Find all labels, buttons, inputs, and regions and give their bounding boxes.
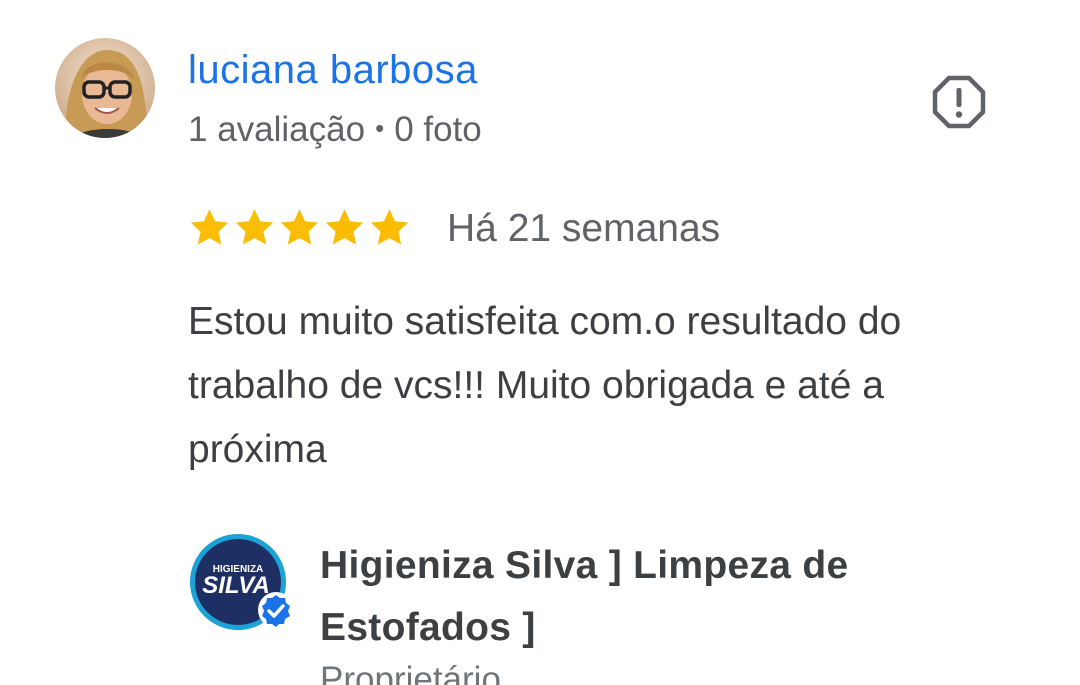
review-date: Há 21 semanas — [447, 207, 721, 250]
meta-separator: • — [375, 113, 385, 143]
star-icon — [190, 209, 229, 245]
review-text: Estou muito satisfeita com.o resultado d… — [188, 300, 902, 471]
reviewer-meta: 1 avaliação • 0 foto — [188, 110, 482, 150]
star-icon — [325, 209, 364, 245]
star-icon — [370, 209, 409, 245]
avatar[interactable] — [55, 38, 155, 138]
owner-role: Proprietário — [320, 660, 501, 685]
business-logo[interactable]: HIGIENIZA SILVA — [188, 532, 298, 636]
reviewer-name[interactable]: luciana barbosa — [188, 48, 478, 93]
report-flag-icon[interactable] — [932, 75, 986, 129]
avatar-photo — [55, 38, 155, 138]
logo-text-big: SILVA — [202, 572, 270, 599]
star-rating — [188, 206, 411, 249]
review-card: luciana barbosa 1 avaliação • 0 foto Há 21… — [0, 0, 1080, 685]
star-icon — [280, 209, 319, 245]
reviews-count: 1 avaliação — [188, 110, 366, 149]
verified-badge-icon — [258, 592, 294, 628]
star-icon — [235, 209, 274, 245]
owner-business-name: Higieniza Silva ] Limpeza de Estofados ] — [320, 544, 849, 649]
photos-count: 0 foto — [394, 110, 482, 149]
